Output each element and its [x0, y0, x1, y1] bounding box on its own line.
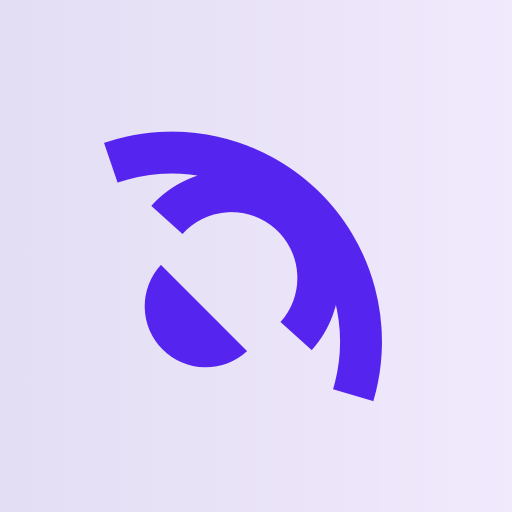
broadcast-signal-icon	[0, 0, 512, 512]
icon-background	[0, 0, 512, 512]
app-icon-tile	[0, 0, 512, 512]
